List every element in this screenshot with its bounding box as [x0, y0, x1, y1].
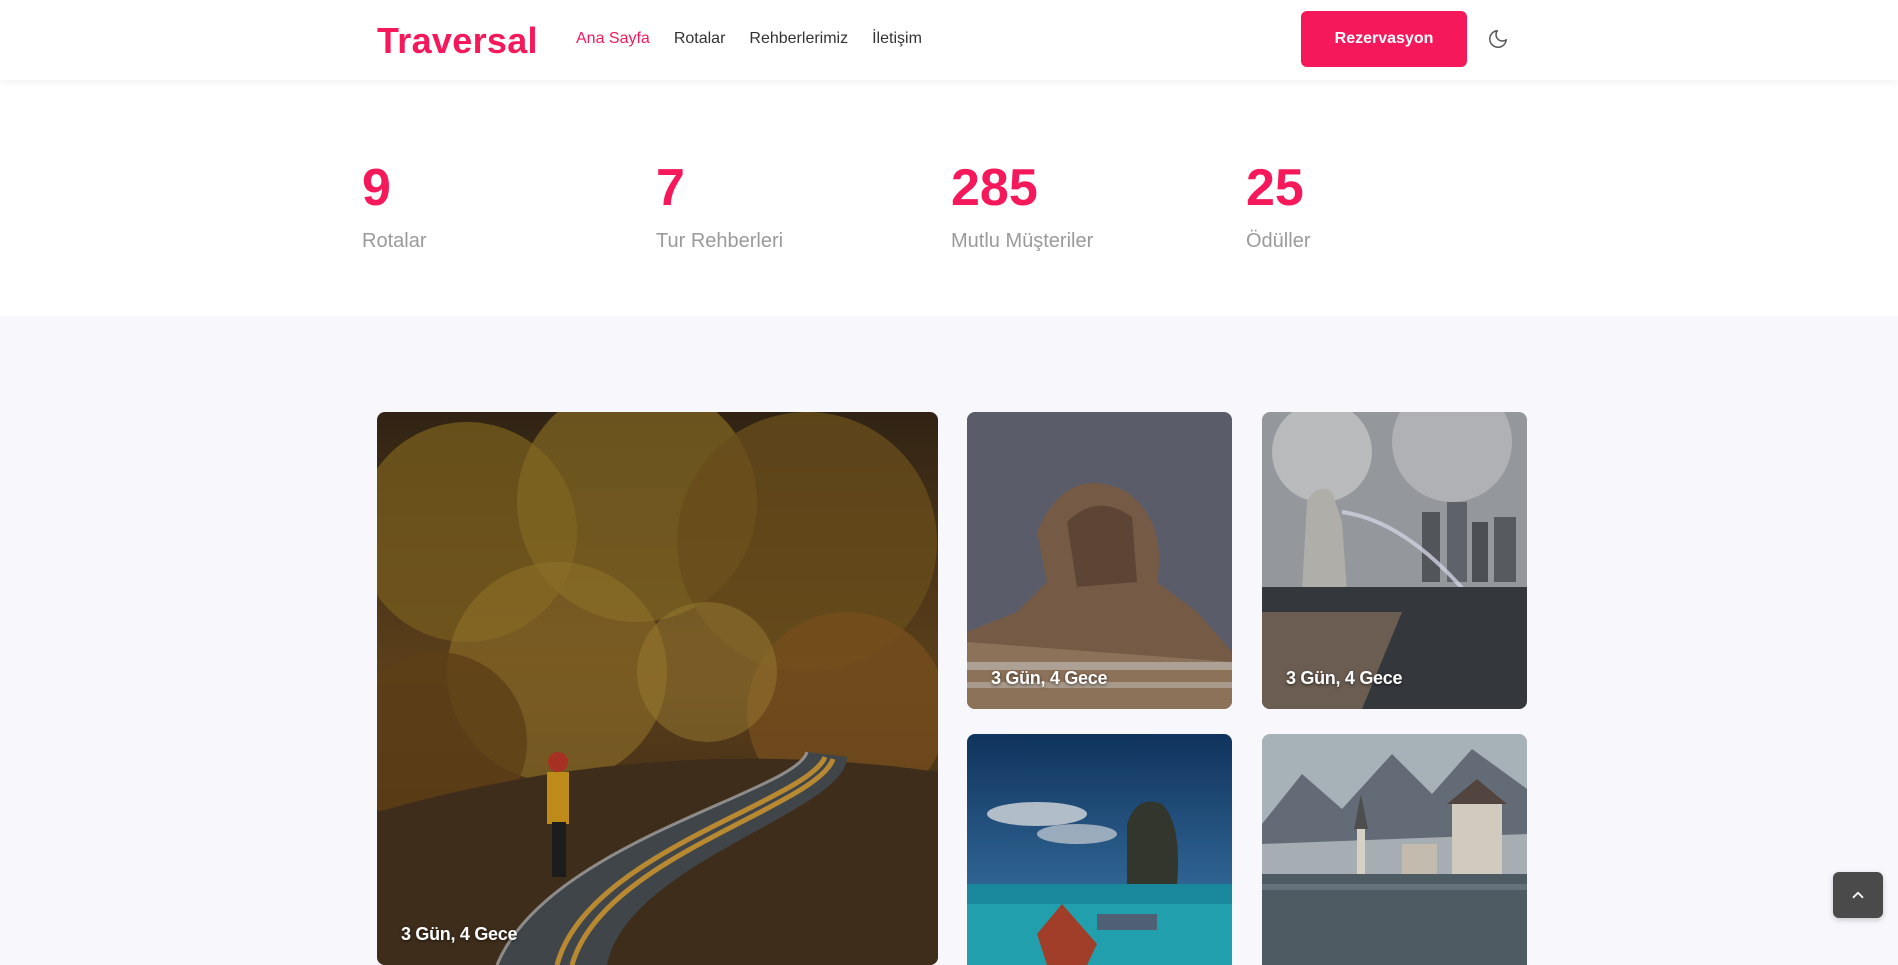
tour-card-sphinx[interactable]: 3 Gün, 4 Gece: [967, 412, 1232, 709]
stat-guides: 7 Tur Rehberleri: [656, 160, 783, 253]
stat-customers: 285 Mutlu Müşteriler: [951, 160, 1093, 253]
stat-label: Ödüller: [1246, 230, 1311, 252]
main-nav: Ana Sayfa Rotalar Rehberlerimiz İletişim: [576, 30, 922, 48]
stat-routes: 9 Rotalar: [362, 160, 426, 253]
tour-duration: 3 Gün, 4 Gece: [991, 668, 1108, 688]
stat-value: 7: [656, 159, 685, 217]
stat-label: Tur Rehberleri: [656, 230, 784, 252]
tour-card-sea-rock[interactable]: [967, 734, 1232, 965]
tour-card-merlion[interactable]: 3 Gün, 4 Gece: [1262, 412, 1527, 709]
nav-item-routes[interactable]: Rotalar: [674, 30, 726, 48]
tour-duration: 3 Gün, 4 Gece: [401, 924, 518, 944]
sea-rock-image: [967, 734, 1232, 965]
sphinx-image: [967, 412, 1232, 709]
autumn-road-image: [377, 412, 938, 965]
merlion-image: [1262, 412, 1527, 709]
lake-village-image: [1262, 734, 1527, 965]
stat-value: 9: [362, 159, 391, 217]
nav-item-home[interactable]: Ana Sayfa: [576, 30, 650, 48]
moon-icon[interactable]: [1486, 27, 1510, 51]
chevron-up-icon: [1852, 891, 1864, 899]
brand-logo[interactable]: Traversal: [377, 20, 538, 62]
scroll-to-top-button[interactable]: [1833, 872, 1883, 918]
stat-value: 25: [1246, 159, 1304, 217]
tour-card-autumn-road[interactable]: 3 Gün, 4 Gece: [377, 412, 938, 965]
nav-item-contact[interactable]: İletişim: [872, 30, 922, 48]
stat-value: 285: [951, 159, 1038, 217]
reservation-button[interactable]: Rezervasyon: [1301, 11, 1467, 67]
site-header: Traversal Ana Sayfa Rotalar Rehberlerimi…: [0, 0, 1898, 80]
nav-item-guides[interactable]: Rehberlerimiz: [749, 30, 848, 48]
stat-awards: 25 Ödüller: [1246, 160, 1310, 253]
stat-label: Mutlu Müşteriler: [951, 230, 1094, 252]
stats-section: 9 Rotalar 7 Tur Rehberleri 285 Mutlu Müş…: [0, 80, 1898, 316]
tour-card-lake-village[interactable]: [1262, 734, 1527, 965]
tours-gallery: 3 Gün, 4 Gece 3 Gün, 4 Gece 3 Gün, 4 Gec…: [0, 316, 1898, 965]
tour-duration: 3 Gün, 4 Gece: [1286, 668, 1403, 688]
stat-label: Rotalar: [362, 230, 427, 252]
